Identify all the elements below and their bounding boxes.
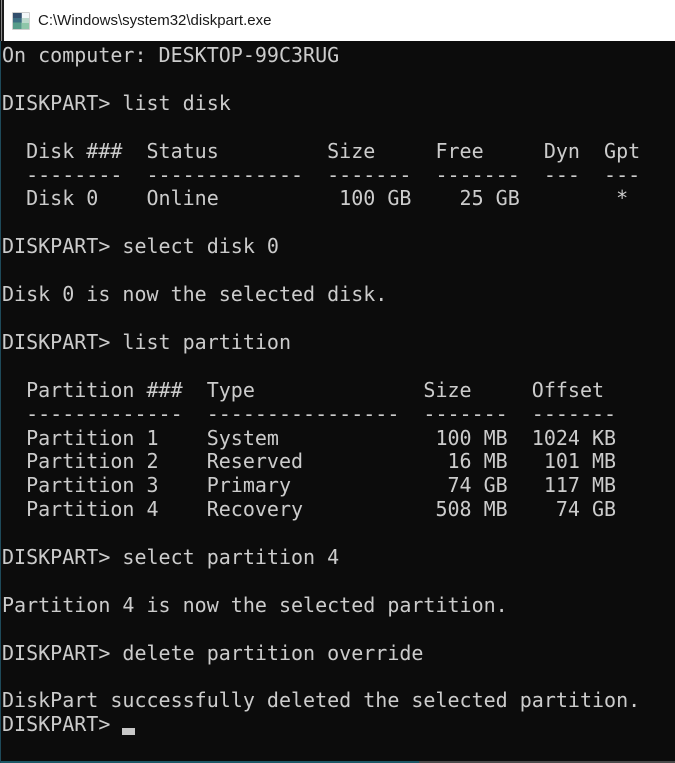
text-cursor-icon	[122, 728, 135, 735]
console-window: C:\Windows\system32\diskpart.exe On comp…	[0, 0, 675, 763]
window-title: C:\Windows\system32\diskpart.exe	[38, 12, 271, 29]
title-bar[interactable]: C:\Windows\system32\diskpart.exe	[0, 0, 675, 41]
console-window-icon[interactable]	[12, 12, 30, 30]
console-output: On computer: DESKTOP-99C3RUG DISKPART> l…	[2, 44, 675, 713]
prompt-text: DISKPART>	[2, 712, 122, 736]
console-prompt-line: DISKPART>	[2, 713, 675, 737]
console-screen[interactable]: On computer: DESKTOP-99C3RUG DISKPART> l…	[0, 41, 675, 763]
